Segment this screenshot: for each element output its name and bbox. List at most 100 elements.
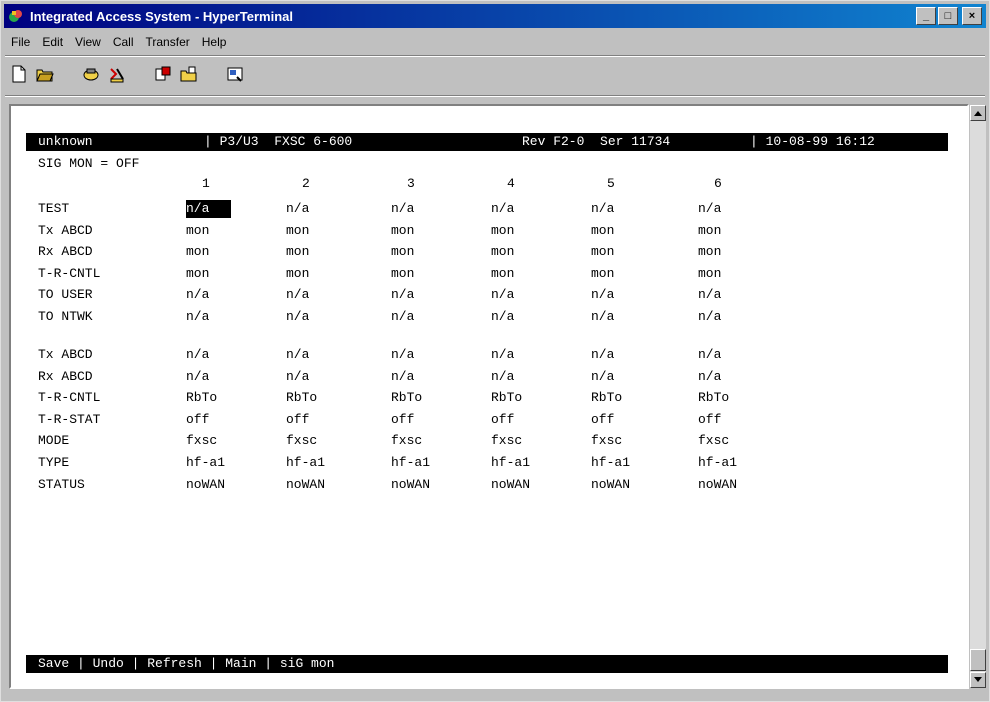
- table-cell: hf-a1: [391, 455, 431, 470]
- table-cell[interactable]: n/a: [391, 308, 414, 326]
- table-cell: n/a: [286, 347, 310, 362]
- row-label: TEST: [38, 201, 70, 216]
- table-cell: hf-a1: [186, 455, 226, 470]
- table-cell[interactable]: mon: [286, 265, 309, 283]
- terminal-area[interactable]: [9, 104, 969, 689]
- table-cell[interactable]: mon: [391, 243, 414, 261]
- table-cell[interactable]: mon: [698, 243, 721, 261]
- table-cell[interactable]: n/a: [186, 200, 232, 218]
- close-button[interactable]: ×: [962, 7, 982, 25]
- connect-icon[interactable]: [105, 62, 129, 86]
- column-header: 4: [507, 176, 515, 191]
- table-cell: RbTo: [491, 390, 523, 406]
- table-cell: n/a: [491, 368, 515, 384]
- menu-view[interactable]: View: [69, 35, 107, 49]
- command-bar[interactable]: Save | Undo | Refresh | Main | siG mon: [26, 655, 948, 673]
- table-cell: noWAN: [186, 476, 226, 492]
- row-label: TO NTWK: [38, 309, 93, 324]
- hyperterminal-app-icon: [7, 7, 25, 25]
- vertical-scrollbar[interactable]: [969, 104, 987, 689]
- row-label: Tx ABCD: [38, 222, 93, 238]
- menu-call[interactable]: Call: [107, 35, 140, 49]
- table-cell[interactable]: n/a: [186, 286, 209, 304]
- table-cell[interactable]: n/a: [698, 200, 721, 218]
- table-cell[interactable]: mon: [186, 243, 209, 261]
- table-cell[interactable]: n/a: [286, 200, 309, 218]
- table-cell[interactable]: mon: [591, 265, 614, 283]
- scroll-up-button[interactable]: [970, 105, 986, 121]
- properties-icon[interactable]: [223, 62, 247, 86]
- table-cell: noWAN: [391, 476, 431, 492]
- disconnect-icon[interactable]: [79, 62, 103, 86]
- table-cell[interactable]: mon: [591, 243, 614, 261]
- title-bar[interactable]: Integrated Access System - HyperTerminal…: [4, 4, 986, 28]
- table-cell: off: [391, 411, 415, 427]
- toolbar-divider-bottom: [5, 95, 985, 97]
- row-label: T-R-CNTL: [38, 390, 101, 406]
- new-icon[interactable]: [7, 62, 31, 86]
- table-cell[interactable]: mon: [186, 265, 209, 283]
- table-cell: n/a: [186, 368, 210, 384]
- table-cell[interactable]: n/a: [491, 308, 514, 326]
- table-cell: n/a: [591, 347, 615, 362]
- column-header: 6: [714, 176, 722, 191]
- table-cell[interactable]: mon: [491, 243, 514, 261]
- table-cell[interactable]: mon: [491, 222, 514, 240]
- terminal-header-bar: unknown | P3/U3 FXSC 6-600 Rev F2-0 Ser …: [26, 133, 948, 151]
- scroll-thumb[interactable]: [970, 649, 986, 671]
- table-cell[interactable]: n/a: [186, 308, 209, 326]
- table-cell: n/a: [698, 368, 722, 384]
- menu-edit[interactable]: Edit: [36, 35, 69, 49]
- table-cell[interactable]: mon: [591, 222, 614, 240]
- table-cell[interactable]: n/a: [491, 200, 514, 218]
- table-cell: n/a: [491, 347, 515, 362]
- table-cell: off: [491, 411, 515, 427]
- row-label: T-R-STAT: [38, 411, 101, 427]
- table-cell[interactable]: n/a: [491, 286, 514, 304]
- menu-help[interactable]: Help: [196, 35, 233, 49]
- table-cell: off: [698, 411, 722, 427]
- table-cell: noWAN: [491, 476, 531, 492]
- table-cell: fxsc: [186, 433, 218, 449]
- table-cell: fxsc: [591, 433, 623, 449]
- table-cell[interactable]: mon: [491, 265, 514, 283]
- table-cell[interactable]: mon: [391, 265, 414, 283]
- menu-file[interactable]: File: [5, 35, 36, 49]
- table-cell[interactable]: n/a: [286, 286, 309, 304]
- table-cell[interactable]: mon: [286, 222, 309, 240]
- table-cell[interactable]: mon: [698, 222, 721, 240]
- table-cell: n/a: [591, 368, 615, 384]
- table-cell: hf-a1: [591, 455, 631, 470]
- receive-icon[interactable]: [177, 62, 201, 86]
- table-cell: RbTo: [591, 390, 623, 406]
- send-icon[interactable]: [151, 62, 175, 86]
- table-cell[interactable]: n/a: [591, 308, 614, 326]
- table-cell[interactable]: mon: [391, 222, 414, 240]
- row-label: Tx ABCD: [38, 347, 93, 362]
- table-cell[interactable]: n/a: [391, 286, 414, 304]
- minimize-button[interactable]: _: [916, 7, 936, 25]
- scroll-down-button[interactable]: [970, 672, 986, 688]
- date-time: | 10-08-99 16:12: [750, 134, 875, 149]
- table-cell: fxsc: [391, 433, 423, 449]
- table-cell[interactable]: n/a: [591, 286, 614, 304]
- close-icon: ×: [968, 9, 976, 22]
- table-cell: RbTo: [698, 390, 730, 406]
- table-cell[interactable]: n/a: [391, 200, 414, 218]
- hyperterminal-window: Integrated Access System - HyperTerminal…: [0, 0, 990, 702]
- open-icon[interactable]: [33, 62, 57, 86]
- table-cell[interactable]: n/a: [286, 308, 309, 326]
- table-cell[interactable]: n/a: [698, 286, 721, 304]
- table-cell[interactable]: mon: [698, 265, 721, 283]
- maximize-button[interactable]: □: [938, 7, 958, 25]
- row-label: T-R-CNTL: [38, 265, 101, 281]
- table-cell: fxsc: [698, 433, 730, 449]
- table-cell[interactable]: mon: [186, 222, 209, 240]
- column-header: 3: [407, 176, 415, 191]
- table-cell[interactable]: n/a: [591, 200, 614, 218]
- menu-transfer[interactable]: Transfer: [140, 35, 196, 49]
- table-cell[interactable]: n/a: [698, 308, 721, 326]
- table-cell[interactable]: mon: [286, 243, 309, 261]
- table-cell: RbTo: [186, 390, 218, 406]
- table-cell: n/a: [286, 368, 310, 384]
